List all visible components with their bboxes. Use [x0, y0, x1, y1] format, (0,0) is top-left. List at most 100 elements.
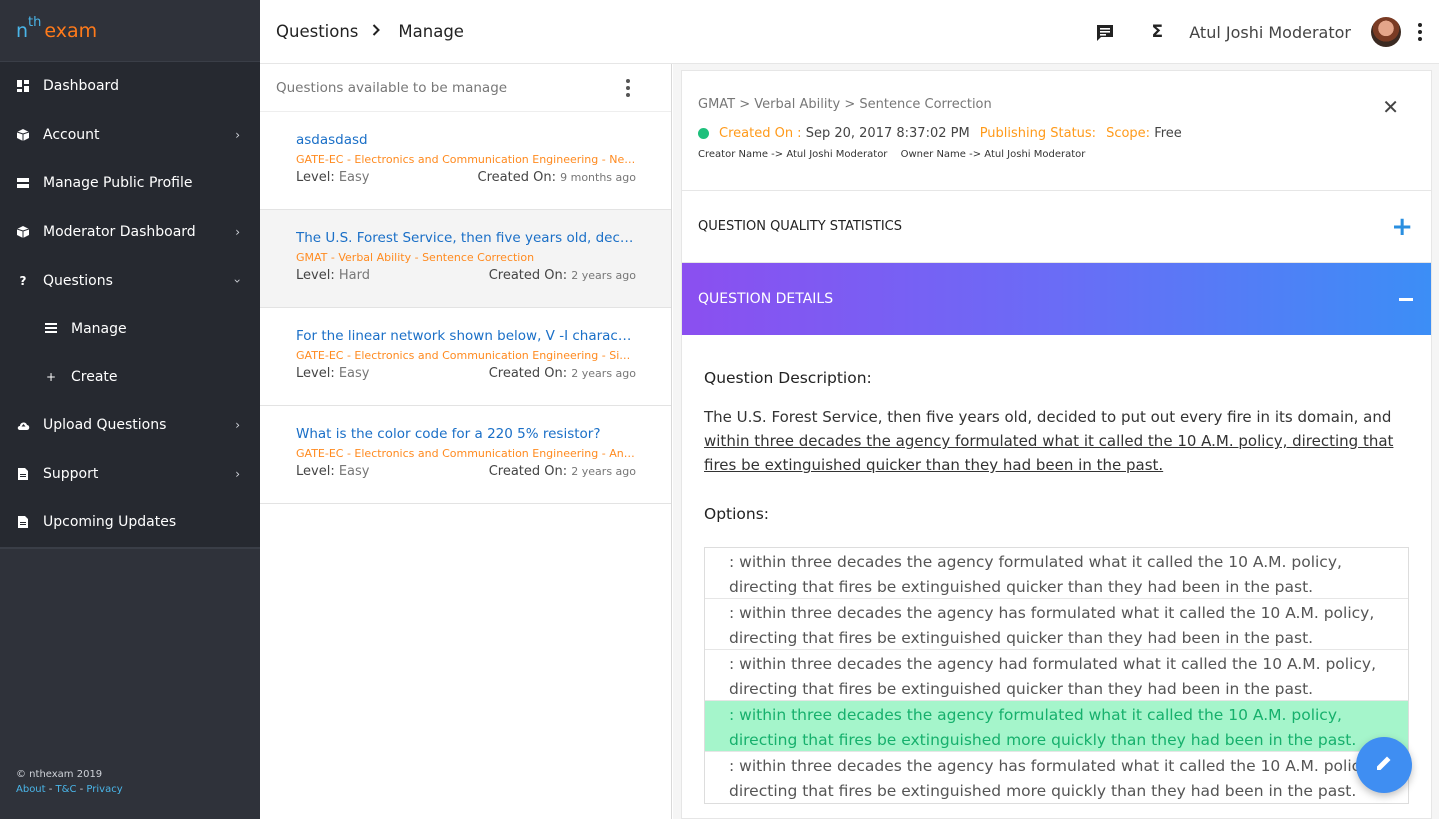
list-header: Questions available to be manage: [260, 64, 671, 112]
description-underlined: within three decades the agency formulat…: [704, 432, 1394, 474]
created-value: 9 months ago: [560, 171, 636, 184]
question-details-body: Question Description: The U.S. Forest Se…: [682, 335, 1431, 804]
feedback-icon[interactable]: [1095, 22, 1115, 42]
breadcrumb-questions[interactable]: Questions: [276, 22, 358, 41]
question-subject: GATE-EC - Electronics and Communication …: [296, 447, 636, 460]
list-item[interactable]: asdasdasd GATE-EC - Electronics and Comm…: [260, 112, 671, 210]
sidebar-item-label: Support: [43, 465, 99, 482]
sidebar-subitem-create[interactable]: + Create: [0, 353, 260, 401]
sidebar-item-upload-questions[interactable]: Upload Questions ›: [0, 401, 260, 450]
owner-name: Owner Name -> Atul Joshi Moderator: [900, 149, 1086, 160]
level-value: Easy: [338, 366, 370, 381]
sidebar-item-moderator-dashboard[interactable]: Moderator Dashboard ›: [0, 208, 260, 257]
level-group: Level: Easy: [296, 170, 370, 185]
footer-sep: -: [76, 784, 87, 795]
list-icon: [44, 322, 58, 336]
sidebar-item-support[interactable]: Support ›: [0, 450, 260, 499]
tc-link[interactable]: T&C: [56, 784, 77, 795]
quality-statistics-title: QUESTION QUALITY STATISTICS: [698, 219, 903, 234]
question-icon: ?: [19, 273, 27, 288]
privacy-link[interactable]: Privacy: [86, 784, 122, 795]
sigma-icon[interactable]: Σ: [1147, 22, 1167, 42]
sidebar-item-dashboard[interactable]: Dashboard: [0, 62, 260, 111]
publishing-status-label: Publishing Status:: [979, 126, 1097, 141]
footer-sep: -: [45, 784, 56, 795]
list-item[interactable]: The U.S. Forest Service, then five years…: [260, 210, 671, 308]
edit-fab-button[interactable]: [1356, 737, 1412, 793]
brand-th: th: [28, 15, 42, 30]
subject-path: GMAT > Verbal Ability > Sentence Correct…: [698, 97, 992, 112]
topbar-actions: Σ Atul Joshi Moderator: [1063, 0, 1423, 64]
profile-icon: [16, 176, 30, 190]
brand-n: n: [16, 19, 29, 42]
sidebar-subitem-manage[interactable]: Manage: [0, 305, 260, 353]
created-label: Created On:: [488, 268, 568, 283]
scope-label: Scope:: [1106, 126, 1151, 141]
option-item[interactable]: : within three decades the agency has fo…: [705, 752, 1408, 803]
chevron-right-icon: ›: [235, 418, 240, 433]
breadcrumb-manage: Manage: [398, 22, 464, 41]
level-value: Easy: [338, 170, 370, 185]
option-item[interactable]: : within three decades the agency had fo…: [705, 650, 1408, 701]
more-vert-icon[interactable]: [1417, 23, 1423, 41]
user-name[interactable]: Atul Joshi Moderator: [1189, 23, 1351, 42]
quality-statistics-header[interactable]: QUESTION QUALITY STATISTICS +: [682, 191, 1431, 263]
avatar[interactable]: [1371, 17, 1401, 47]
sidebar-item-manage-public-profile[interactable]: Manage Public Profile: [0, 159, 260, 208]
description-plain: The U.S. Forest Service, then five years…: [704, 408, 1392, 426]
sidebar-nav: Dashboard Account › Manage Public Profil…: [0, 62, 260, 547]
status-row: Created On : Sep 20, 2017 8:37:02 PM Pub…: [698, 126, 1415, 141]
chevron-right-icon: ›: [235, 466, 240, 481]
brand-logo[interactable]: n th exam: [0, 0, 260, 62]
list-header-title: Questions available to be manage: [276, 79, 508, 96]
copyright: © nthexam 2019: [16, 769, 103, 780]
created-group: Created On: 9 months ago: [478, 170, 636, 185]
question-meta: Level: Easy Created On: 2 years ago: [296, 464, 636, 479]
created-label: Created On:: [488, 366, 568, 381]
question-list-panel: Questions available to be manage asdasda…: [260, 64, 672, 819]
question-title: The U.S. Forest Service, then five years…: [296, 230, 636, 246]
expand-plus-icon[interactable]: +: [1391, 212, 1413, 242]
options-list: : within three decades the agency formul…: [704, 547, 1409, 804]
creator-owner-row: Creator Name -> Atul Joshi Moderator Own…: [698, 149, 1415, 160]
created-value: 2 years ago: [571, 465, 636, 478]
sidebar-item-questions[interactable]: ? Questions ›: [0, 256, 260, 305]
collapse-minus-icon[interactable]: [1399, 297, 1413, 301]
level-value: Easy: [338, 464, 370, 479]
created-value: 2 years ago: [571, 269, 636, 282]
sidebar-item-label: Account: [43, 126, 100, 143]
question-description: The U.S. Forest Service, then five years…: [704, 405, 1409, 477]
question-details-header[interactable]: QUESTION DETAILS: [682, 263, 1431, 335]
created-on-label: Created On :: [719, 126, 802, 141]
option-item[interactable]: : within three decades the agency has fo…: [705, 599, 1408, 650]
list-item[interactable]: What is the color code for a 220 5% resi…: [260, 406, 671, 504]
close-icon[interactable]: ✕: [1382, 95, 1399, 119]
sidebar-subitem-label: Create: [71, 368, 118, 385]
chevron-down-icon: ›: [230, 278, 245, 284]
list-item[interactable]: For the linear network shown below, V -I…: [260, 308, 671, 406]
more-vert-icon[interactable]: [625, 78, 631, 97]
option-item[interactable]: : within three decades the agency formul…: [705, 548, 1408, 599]
sidebar-item-upcoming-updates[interactable]: Upcoming Updates: [0, 498, 260, 547]
description-label: Question Description:: [704, 369, 872, 387]
created-label: Created On:: [477, 170, 556, 185]
question-subject: GATE-EC - Electronics and Communication …: [296, 349, 636, 362]
created-group: Created On: 2 years ago: [489, 268, 636, 283]
scope-value: Free: [1154, 126, 1182, 141]
question-title: For the linear network shown below, V -I…: [296, 328, 636, 344]
pencil-icon: [1375, 753, 1393, 778]
level-group: Level: Easy: [296, 366, 370, 381]
about-link[interactable]: About: [16, 784, 46, 795]
sidebar-item-label: Upcoming Updates: [43, 514, 177, 531]
question-title: What is the color code for a 220 5% resi…: [296, 426, 601, 442]
level-value: Hard: [338, 268, 370, 283]
question-meta: Level: Hard Created On: 2 years ago: [296, 268, 636, 283]
status-dot: [698, 128, 709, 139]
brand-exam: exam: [44, 19, 98, 42]
sidebar-subitem-label: Manage: [71, 320, 127, 337]
option-item-correct[interactable]: : within three decades the agency formul…: [705, 701, 1408, 752]
question-subject: GATE-EC - Electronics and Communication …: [296, 153, 636, 166]
created-value: 2 years ago: [571, 367, 636, 380]
sidebar-item-account[interactable]: Account ›: [0, 111, 260, 160]
dashboard-icon: [16, 79, 30, 93]
